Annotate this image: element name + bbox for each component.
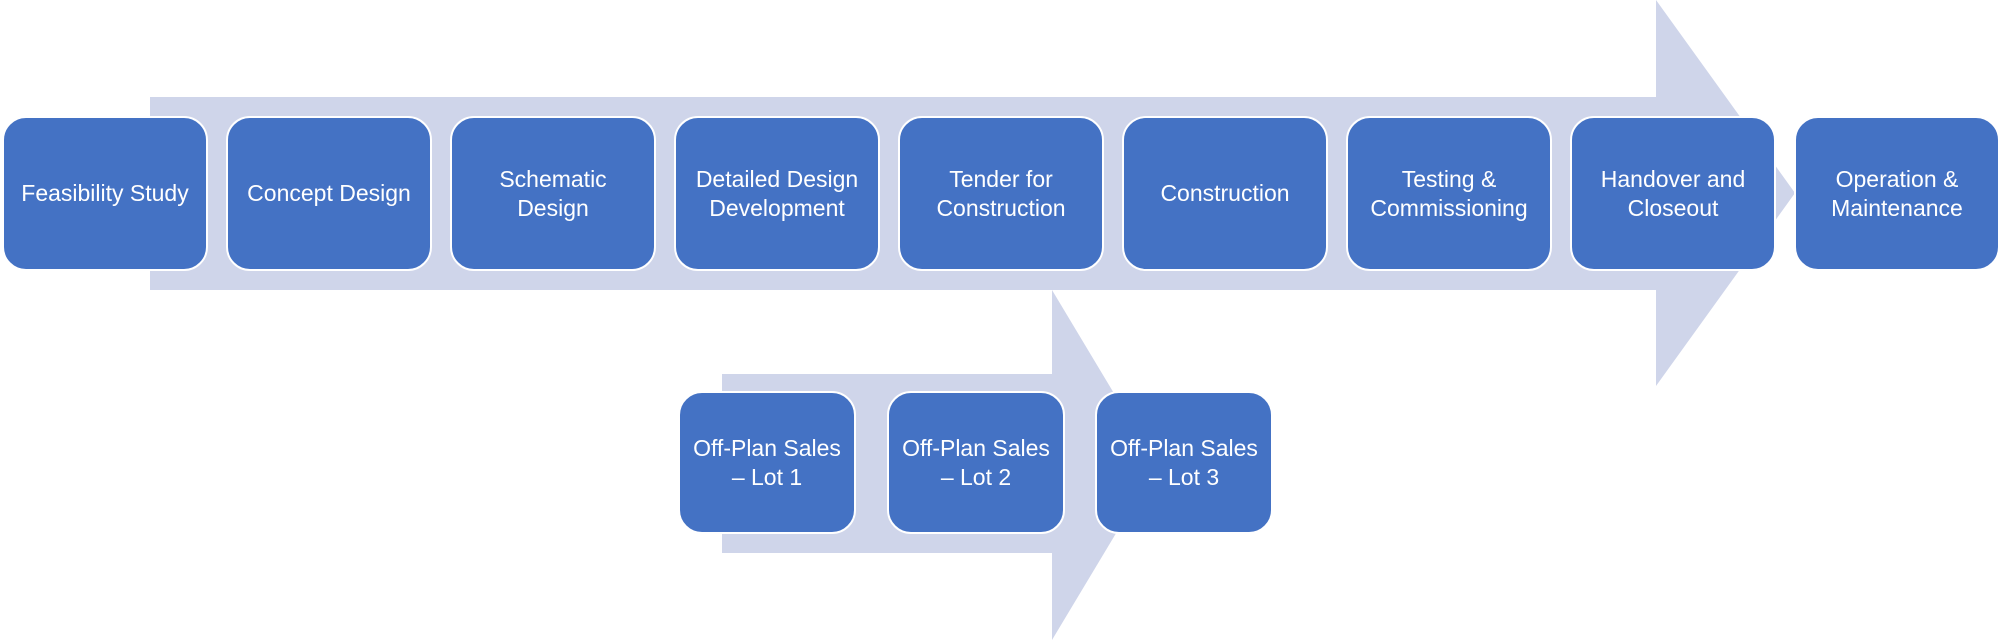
step-operation-maintenance: Operation & Maintenance [1794, 116, 2000, 271]
step-tender-for-construction: Tender for Construction [898, 116, 1104, 271]
step-concept-design: Concept Design [226, 116, 432, 271]
step-handover-closeout: Handover and Closeout [1570, 116, 1776, 271]
step-testing-commissioning: Testing & Commissioning [1346, 116, 1552, 271]
step-detailed-design-development: Detailed Design Development [674, 116, 880, 271]
step-feasibility-study: Feasibility Study [2, 116, 208, 271]
step-schematic-design: Schematic Design [450, 116, 656, 271]
step-off-plan-sales-lot-3: Off-Plan Sales – Lot 3 [1095, 391, 1273, 534]
arrows-layer [150, 0, 1795, 640]
step-off-plan-sales-lot-1: Off-Plan Sales – Lot 1 [678, 391, 856, 534]
step-construction: Construction [1122, 116, 1328, 271]
step-off-plan-sales-lot-2: Off-Plan Sales – Lot 2 [887, 391, 1065, 534]
